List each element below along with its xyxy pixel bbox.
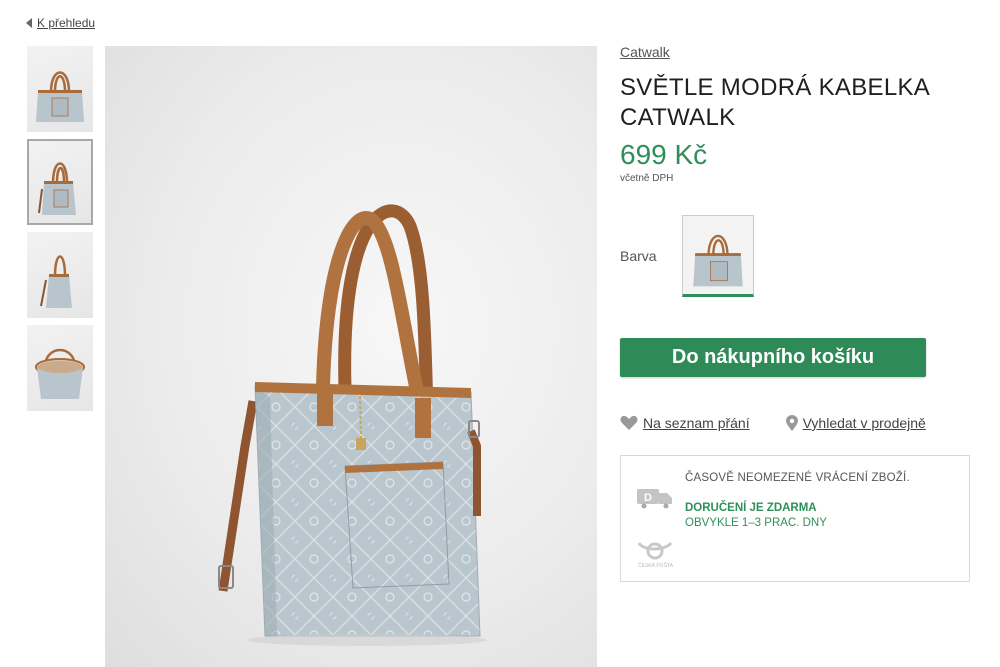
find-in-store-label: Vyhledat v prodejně xyxy=(802,415,926,431)
color-selector: Barva xyxy=(620,215,754,297)
find-in-store-link[interactable]: Vyhledat v prodejně xyxy=(785,415,926,431)
bag-open-image xyxy=(35,348,85,399)
product-title: SVĚTLE MODRÁ KABELKA CATWALK xyxy=(620,74,929,131)
ceska-posta-logo: ČESKÁ POŠTA xyxy=(637,541,674,569)
main-product-image[interactable] xyxy=(105,46,597,667)
delivery-lead-time-text: OBVYKLE 1–3 PRAC. DNY xyxy=(685,517,827,529)
add-to-cart-button[interactable]: Do nákupního košíku xyxy=(620,338,926,377)
swatch-bag-image xyxy=(683,216,753,294)
heart-icon xyxy=(620,415,638,430)
svg-text:D: D xyxy=(644,492,652,504)
caret-left-icon xyxy=(26,18,32,28)
thumbnail-gallery xyxy=(27,46,93,418)
brand-link[interactable]: Catwalk xyxy=(620,44,670,60)
product-info-panel: Catwalk SVĚTLE MODRÁ KABELKA CATWALK 699… xyxy=(620,44,970,582)
carrier-logo-text: ČESKÁ POŠTA xyxy=(638,562,674,569)
back-to-overview-link[interactable]: K přehledu xyxy=(26,16,95,30)
bag-angle-image xyxy=(38,162,76,215)
color-label: Barva xyxy=(620,248,657,264)
handbag-illustration xyxy=(218,204,487,646)
back-link-label: K přehledu xyxy=(37,16,96,30)
thumbnail-open[interactable] xyxy=(27,325,93,411)
returns-policy-text: ČASOVĚ NEOMEZENÉ VRÁCENÍ ZBOŽÍ. xyxy=(685,472,910,484)
thumbnail-angle[interactable] xyxy=(27,139,93,225)
wishlist-link[interactable]: Na seznam přání xyxy=(620,415,750,431)
color-swatch-selected[interactable] xyxy=(682,215,754,297)
map-pin-icon xyxy=(785,415,798,431)
bag-side-image xyxy=(40,255,72,308)
wishlist-label: Na seznam přání xyxy=(643,415,750,431)
delivery-truck-icon: D xyxy=(637,489,672,509)
delivery-info-box: D ČESKÁ POŠTA ČASOVĚ NEOMEZENÉ VRÁCENÍ Z… xyxy=(620,455,970,582)
product-price: 699 Kč xyxy=(620,139,708,170)
secondary-actions: Na seznam přání Vyhledat v prodejně xyxy=(620,415,970,431)
free-shipping-text: DORUČENÍ JE ZDARMA xyxy=(685,502,817,514)
bag-front-image xyxy=(36,71,84,122)
thumbnail-side[interactable] xyxy=(27,232,93,318)
thumbnail-front[interactable] xyxy=(27,46,93,132)
vat-note: včetně DPH xyxy=(620,173,674,184)
